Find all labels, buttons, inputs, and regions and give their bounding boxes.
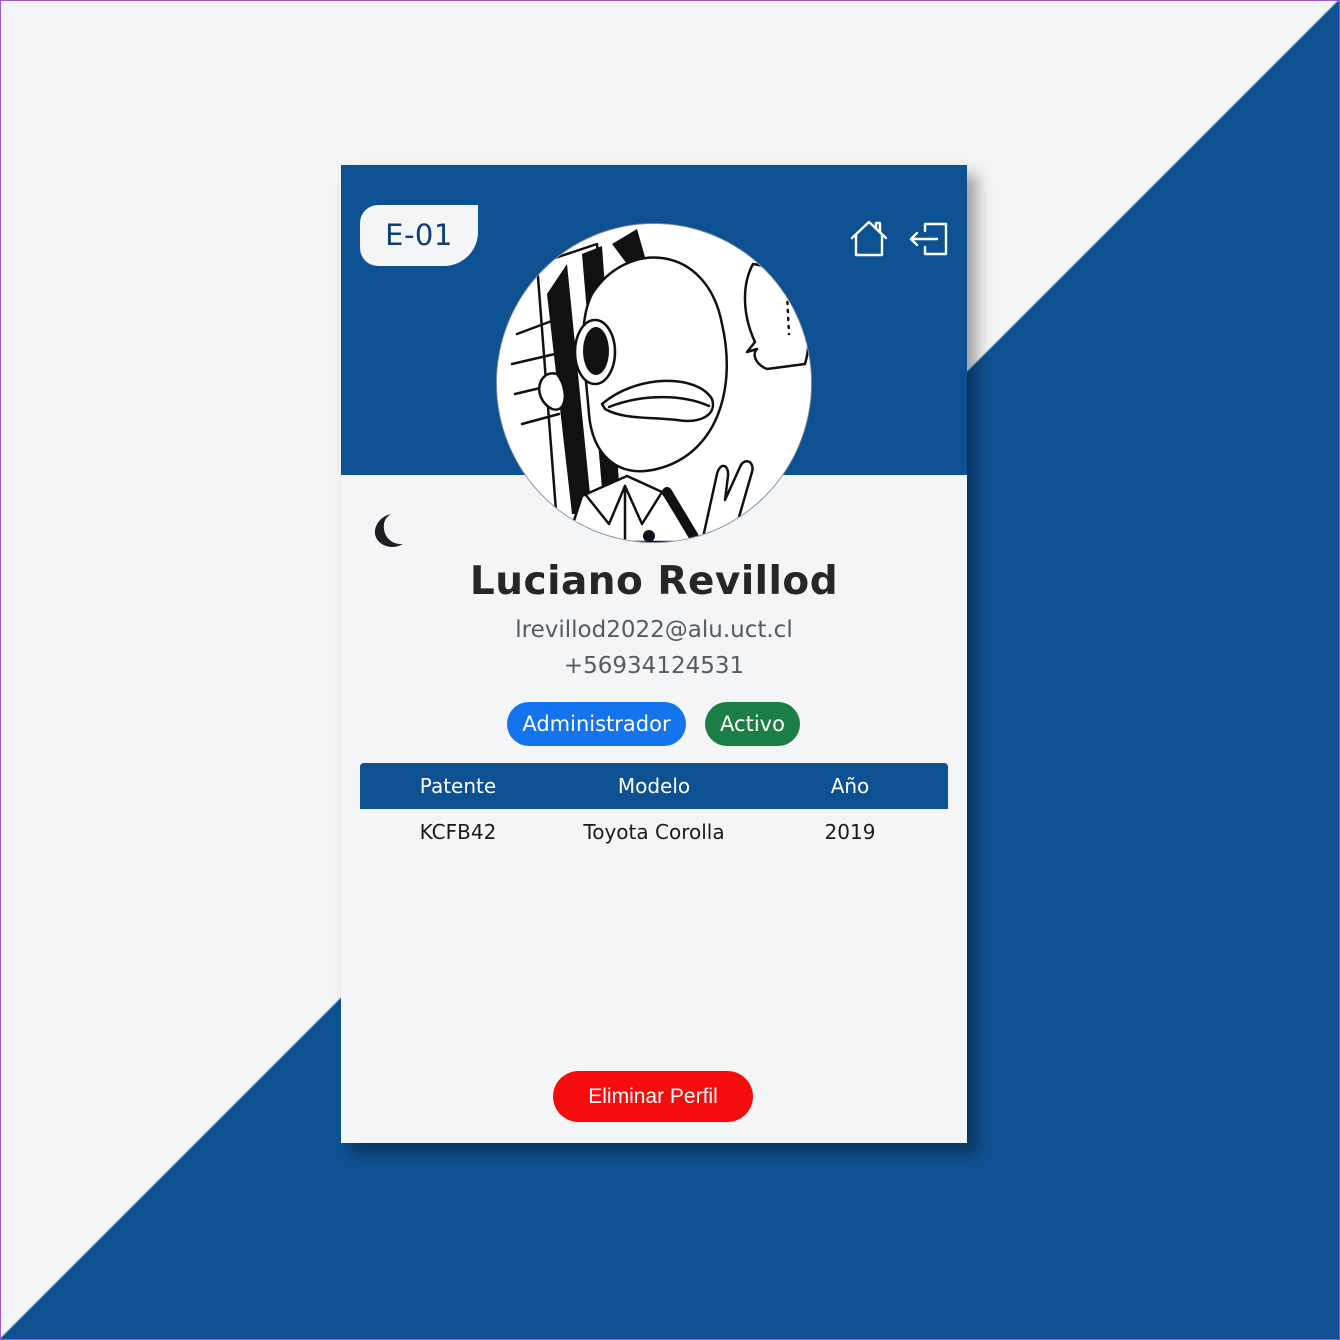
table-header: Patente Modelo Año — [360, 763, 948, 809]
cell-ano: 2019 — [824, 820, 876, 844]
column-header-modelo: Modelo — [617, 774, 691, 798]
cell-patente: KCFB42 — [419, 820, 497, 844]
delete-profile-button[interactable]: Eliminar Perfil — [553, 1071, 753, 1122]
user-name: Luciano Revillod — [469, 559, 839, 604]
user-phone: +56934124531 — [563, 653, 745, 679]
logout-icon[interactable] — [907, 217, 951, 261]
vehicle-table: Patente Modelo Año KCFB42 Toyota Corolla… — [360, 763, 948, 855]
user-email: lrevillod2022@alu.uct.cl — [515, 617, 793, 643]
table-row: KCFB42 Toyota Corolla 2019 — [360, 809, 948, 855]
home-icon[interactable] — [847, 217, 891, 261]
status-badge: Activo — [705, 702, 800, 746]
user-code-badge: E-01 — [360, 205, 478, 266]
profile-avatar — [496, 223, 812, 543]
column-header-ano: Año — [830, 774, 870, 798]
profile-card: E-01 Luciano Revillod lrevillod2022@alu.… — [341, 165, 967, 1143]
role-badge: Administrador — [507, 702, 686, 746]
column-header-patente: Patente — [419, 774, 497, 798]
cell-modelo: Toyota Corolla — [583, 820, 725, 844]
moon-icon[interactable] — [369, 511, 409, 551]
